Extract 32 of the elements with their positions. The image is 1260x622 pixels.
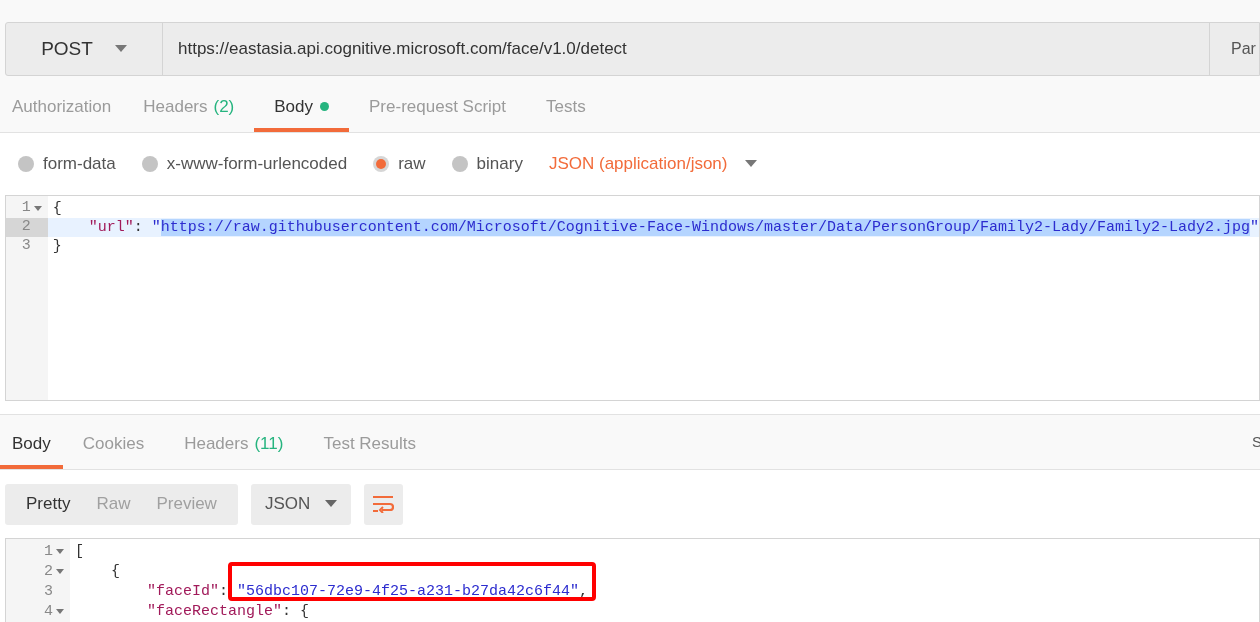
tab[interactable]: Body bbox=[254, 85, 350, 132]
wrap-lines-icon bbox=[372, 495, 395, 513]
radio-option[interactable]: x-www-form-urlencoded bbox=[141, 151, 348, 177]
line-number: 2 bbox=[44, 561, 53, 582]
radio-option[interactable]: raw bbox=[373, 151, 426, 177]
line-number: 4 bbox=[44, 601, 53, 622]
radio-button[interactable] bbox=[18, 156, 34, 172]
code-line: [ bbox=[74, 542, 84, 562]
radio-button[interactable] bbox=[451, 156, 468, 172]
radio-option[interactable]: binary bbox=[451, 151, 523, 177]
fold-caret-icon[interactable] bbox=[33, 205, 42, 212]
wrap-button[interactable] bbox=[363, 483, 403, 525]
line-number: 3 bbox=[21, 236, 31, 257]
radio-button[interactable] bbox=[373, 156, 390, 172]
line-number: 1 bbox=[21, 198, 31, 219]
fold-caret-icon[interactable] bbox=[56, 609, 64, 615]
caret-icon bbox=[324, 500, 337, 508]
fold-caret-icon[interactable] bbox=[56, 549, 64, 555]
code-line: } bbox=[51, 237, 62, 256]
caret-icon bbox=[745, 160, 758, 168]
code-line: { bbox=[110, 562, 120, 582]
line-number: 1 bbox=[44, 541, 53, 562]
format-dropdown[interactable]: JSON bbox=[250, 483, 351, 525]
line-number: 3 bbox=[44, 581, 53, 602]
code-line: "faceRectangle": { bbox=[146, 602, 310, 622]
tab[interactable]: Body bbox=[0, 422, 63, 469]
code-line: { bbox=[51, 199, 62, 218]
fold-caret-icon[interactable] bbox=[56, 569, 64, 575]
radio-option[interactable]: form-data bbox=[18, 151, 116, 177]
line-number: 2 bbox=[21, 217, 31, 238]
view-mode-tab[interactable]: Pretty bbox=[13, 483, 84, 525]
radio-button[interactable] bbox=[141, 156, 158, 172]
